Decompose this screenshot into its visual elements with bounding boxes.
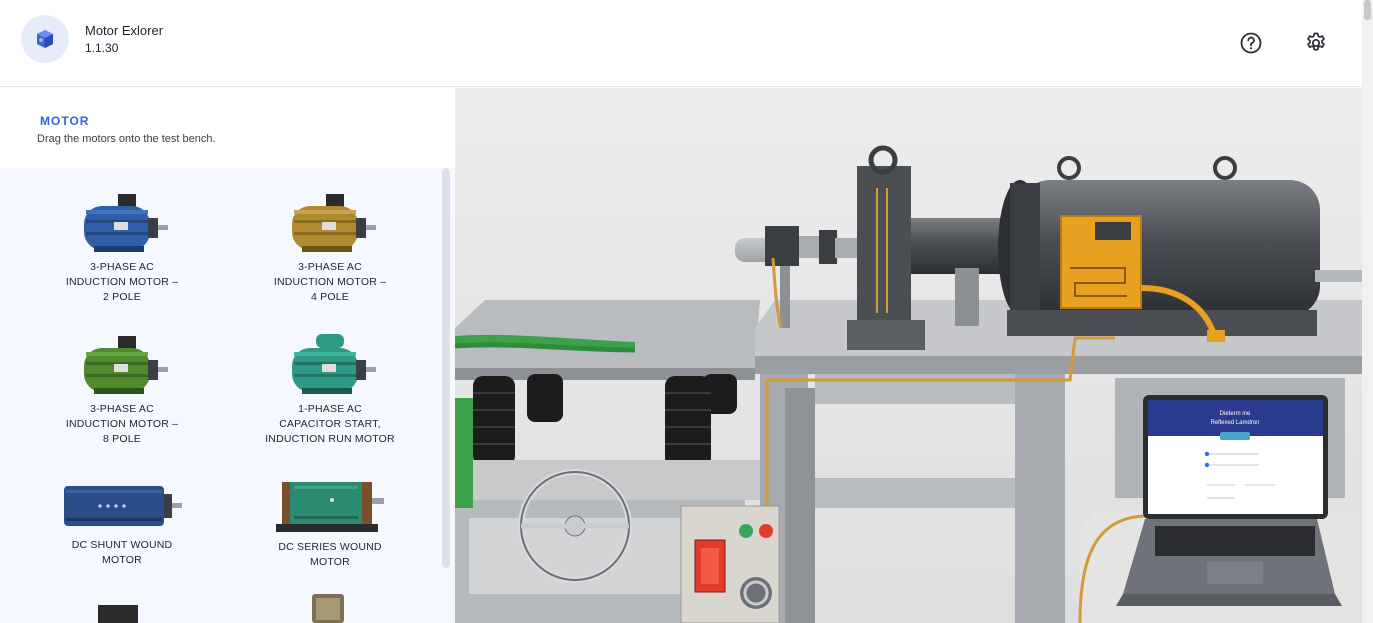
- motor-dc-shunt-image: [64, 486, 182, 526]
- motor-list: 3-PHASE AC INDUCTION MOTOR – 2 POLE 3-PH…: [0, 168, 455, 623]
- question-circle-icon: [1240, 32, 1262, 54]
- motor-partial-image: [312, 594, 344, 623]
- motor-card-3phase-2pole[interactable]: 3-PHASE AC INDUCTION MOTOR – 2 POLE: [37, 190, 207, 305]
- motor-card-dc-shunt[interactable]: DC SHUNT WOUND MOTOR: [37, 480, 207, 568]
- motor-label: 3-PHASE AC INDUCTION MOTOR – 8 POLE: [65, 403, 179, 445]
- motor-sidebar: MOTOR Drag the motors onto the test benc…: [0, 88, 455, 623]
- help-button[interactable]: [1238, 30, 1264, 56]
- motor-label: 3-PHASE AC INDUCTION MOTOR – 2 POLE: [65, 261, 179, 303]
- window-scrollbar[interactable]: [1362, 0, 1373, 623]
- motor-1phase-capacitor-image: [292, 334, 376, 394]
- gear-icon: [1307, 32, 1325, 51]
- motor-card-1phase-capacitor[interactable]: 1-PHASE AC CAPACITOR START, INDUCTION RU…: [245, 332, 415, 447]
- app-name: Motor Exlorer: [85, 23, 164, 38]
- motor-partial-image: [98, 605, 138, 623]
- section-title: MOTOR: [40, 114, 90, 128]
- test-bench-illustration: Dieterm ine Reflexed Lamdron: [455, 88, 1362, 623]
- motor-3phase-4pole-image: [292, 194, 376, 252]
- laptop-title-line2: Reflexed Lamdron: [1210, 420, 1259, 426]
- motor-3phase-8pole-image: [84, 336, 168, 394]
- motor-card-dc-series[interactable]: DC SERIES WOUND MOTOR: [245, 476, 415, 570]
- motor-label: 3-PHASE AC INDUCTION MOTOR – 4 POLE: [273, 261, 387, 303]
- motor-dc-series-image: [276, 482, 384, 532]
- app-header: Motor Exlorer 1.1.30: [0, 0, 1362, 87]
- motor-label: DC SHUNT WOUND MOTOR: [71, 539, 173, 566]
- motor-label: DC SERIES WOUND MOTOR: [278, 541, 382, 568]
- motor-label: 1-PHASE AC CAPACITOR START, INDUCTION RU…: [265, 403, 395, 445]
- test-bench-scene[interactable]: Dieterm ine Reflexed Lamdron: [455, 88, 1362, 623]
- section-description: Drag the motors onto the test bench.: [37, 133, 216, 145]
- motor-card-3phase-4pole[interactable]: 3-PHASE AC INDUCTION MOTOR – 4 POLE: [245, 190, 415, 305]
- settings-button[interactable]: [1303, 30, 1329, 56]
- app-logo-icon: [21, 15, 69, 63]
- motor-3phase-2pole-image: [84, 194, 168, 252]
- laptop-title-line1: Dieterm ine: [1220, 411, 1251, 417]
- app-version: 1.1.30: [85, 41, 119, 55]
- motor-card-3phase-8pole[interactable]: 3-PHASE AC INDUCTION MOTOR – 8 POLE: [37, 332, 207, 447]
- sidebar-scrollbar[interactable]: [442, 168, 450, 568]
